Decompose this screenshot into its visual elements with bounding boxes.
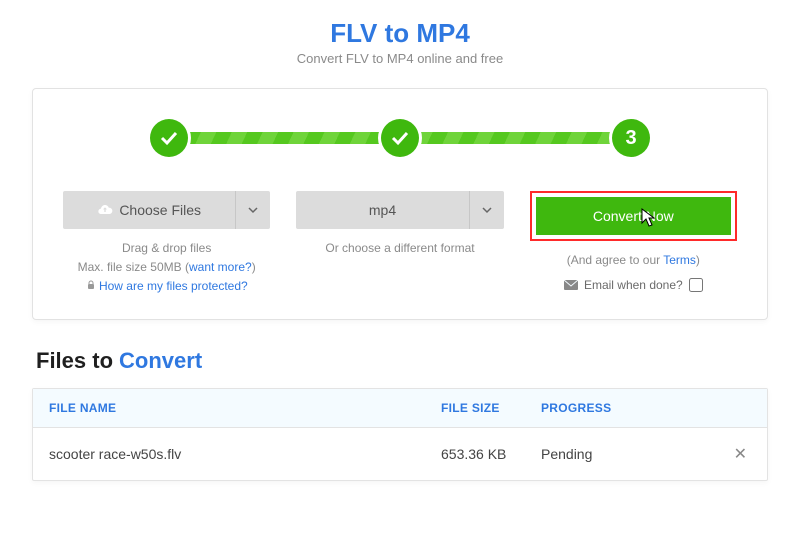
table-row: scooter race-w50s.flv 653.36 KB Pending … [33, 427, 767, 480]
choose-files-label: Choose Files [119, 202, 201, 218]
terms-link[interactable]: Terms [663, 253, 696, 267]
file-name-cell: scooter race-w50s.flv [49, 446, 441, 462]
want-more-link[interactable]: want more? [189, 260, 252, 274]
chevron-down-icon [482, 205, 492, 215]
format-select-button[interactable]: mp4 [296, 191, 469, 229]
main-card: 3 Choose Files Drag & drop files [32, 88, 768, 320]
max-size-hint: Max. file size 50MB (want more?) [78, 258, 256, 277]
step-2-circle [381, 119, 419, 157]
page-subtitle: Convert FLV to MP4 online and free [32, 51, 768, 66]
page-title: FLV to MP4 [32, 18, 768, 49]
file-size-cell: 653.36 KB [441, 446, 541, 462]
email-when-done-checkbox[interactable] [689, 278, 703, 292]
email-when-done-label: Email when done? [584, 278, 683, 292]
choose-files-button[interactable]: Choose Files [63, 191, 236, 229]
cloud-upload-icon [97, 202, 113, 218]
choose-files-caret[interactable] [236, 191, 270, 229]
page-header: FLV to MP4 Convert FLV to MP4 online and… [32, 18, 768, 66]
file-progress-cell: Pending [541, 446, 592, 462]
format-hint: Or choose a different format [325, 239, 474, 258]
check-icon [159, 128, 179, 148]
chevron-down-icon [248, 205, 258, 215]
convert-now-label: Convert Now [593, 208, 674, 224]
table-header: FILE NAME FILE SIZE PROGRESS [33, 389, 767, 427]
remove-file-button[interactable]: ✕ [730, 444, 751, 464]
format-column: mp4 Or choose a different format [296, 191, 503, 297]
check-icon [390, 128, 410, 148]
mail-icon [564, 280, 578, 290]
col-header-size: FILE SIZE [441, 401, 541, 415]
col-header-name: FILE NAME [49, 401, 441, 415]
lock-icon [86, 280, 96, 290]
convert-now-button[interactable]: Convert Now [536, 197, 731, 235]
protection-row: How are my files protected? [78, 277, 256, 296]
drag-drop-hint: Drag & drop files [78, 239, 256, 258]
selected-format: mp4 [369, 202, 396, 218]
convert-highlight-box: Convert Now [530, 191, 737, 241]
step-3-circle: 3 [612, 119, 650, 157]
step-progress: 3 [150, 119, 650, 157]
step-1-circle [150, 119, 188, 157]
protection-link[interactable]: How are my files protected? [99, 279, 248, 293]
choose-files-column: Choose Files Drag & drop files Max. file… [63, 191, 270, 297]
col-header-progress: PROGRESS [541, 401, 751, 415]
files-section-title: Files to Convert [36, 348, 768, 374]
files-table: FILE NAME FILE SIZE PROGRESS scooter rac… [32, 388, 768, 481]
convert-column: Convert Now (And agree to our Terms) Ema… [530, 191, 737, 297]
step-3-label: 3 [625, 127, 636, 150]
format-caret[interactable] [470, 191, 504, 229]
